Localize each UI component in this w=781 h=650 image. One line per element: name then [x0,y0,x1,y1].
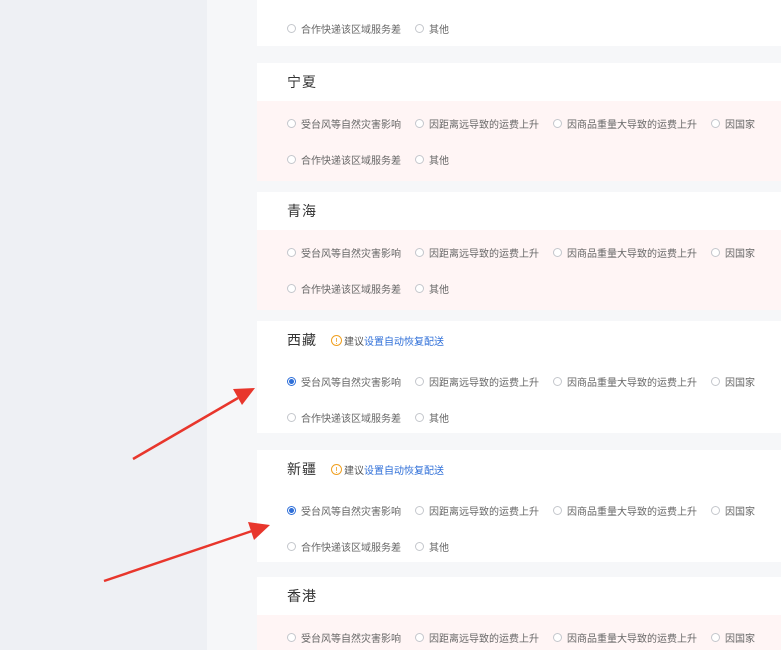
annotation-arrows [103,388,270,583]
annotation-arrow-tibet [132,396,239,461]
arrow-head-icon [248,522,270,540]
arrow-head-icon [233,388,255,405]
annotation-arrow-xinjiang [103,529,253,583]
